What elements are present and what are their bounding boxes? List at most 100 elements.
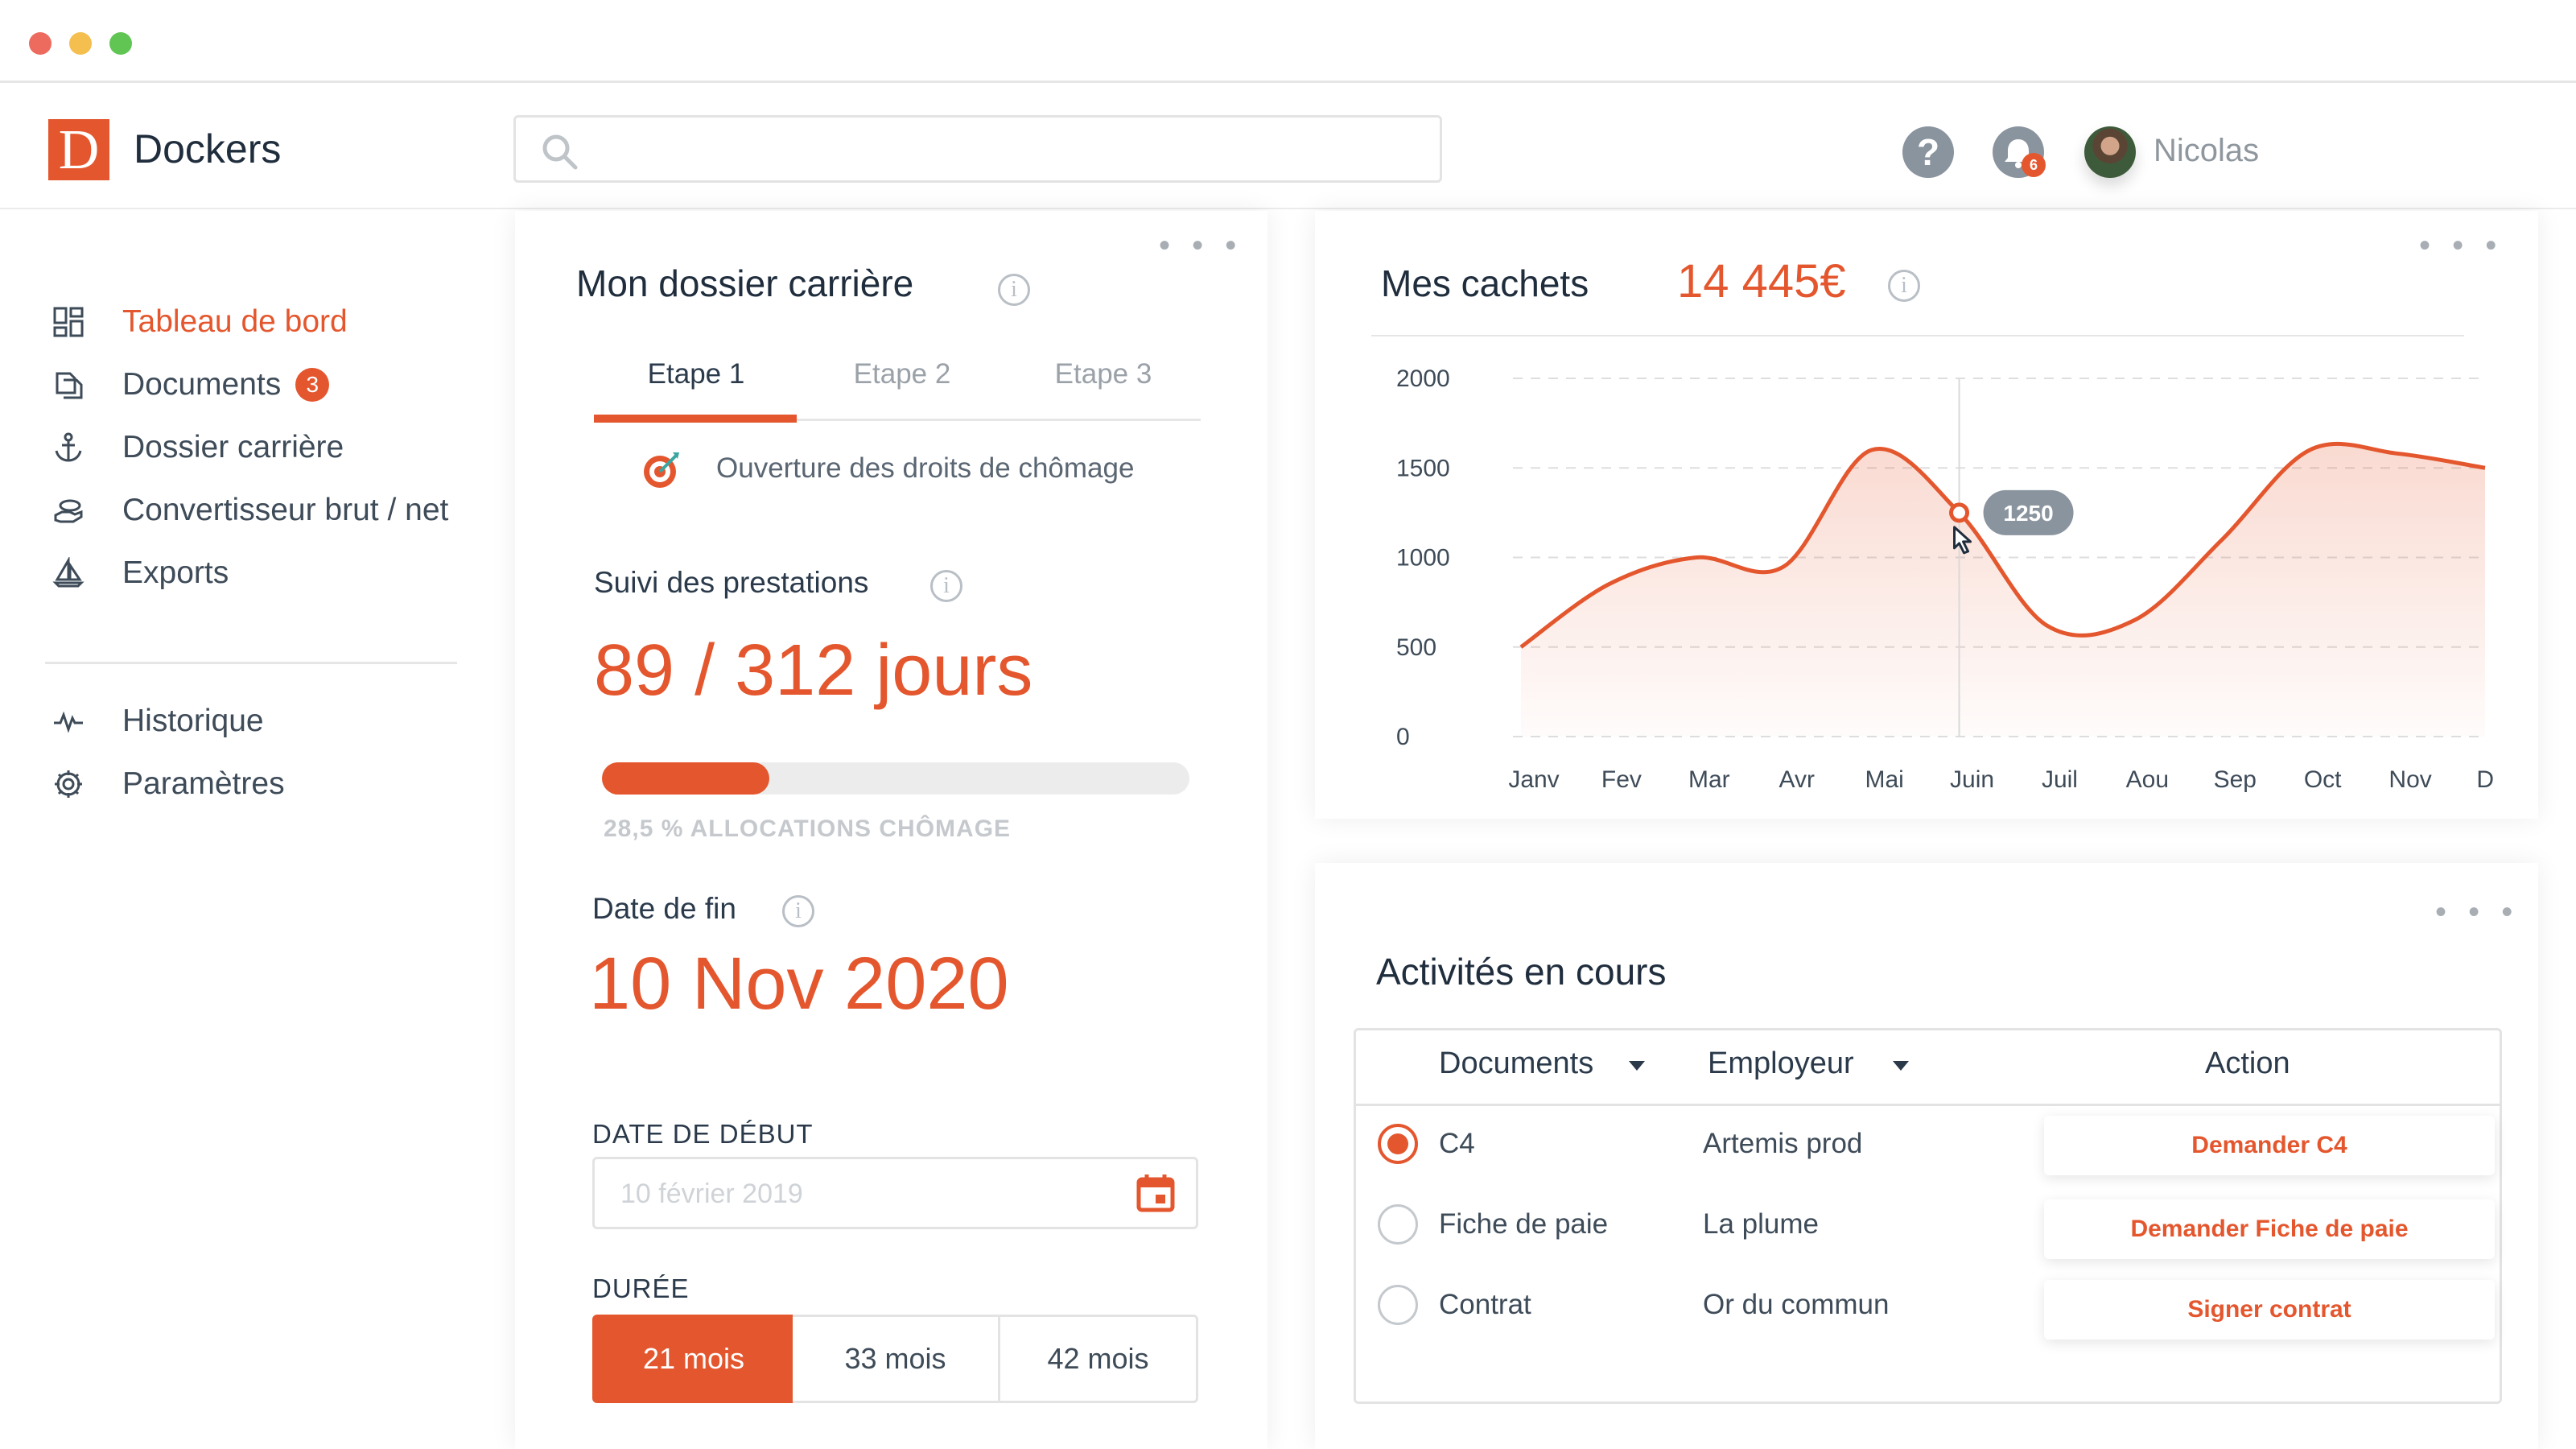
chart-area-fill (1521, 444, 2485, 737)
end-date-title: Date de fin (592, 892, 736, 925)
sidebar-item-documents[interactable]: Documents 3 (48, 361, 330, 409)
chart-y-tick-label: 500 (1396, 634, 1436, 661)
sidebar-item-convertisseur[interactable]: Convertisseur brut / net (48, 486, 448, 535)
chart-y-tick-label: 2000 (1396, 365, 1450, 392)
target-icon (644, 452, 679, 488)
start-date-value: 10 février 2019 (620, 1179, 803, 1209)
user-name[interactable]: Nicolas (2154, 133, 2259, 169)
sidebar-item-tableau-de-bord[interactable]: Tableau de bord (48, 298, 348, 346)
maximize-window-button[interactable] (109, 32, 132, 55)
app-logo[interactable]: D (48, 119, 109, 181)
anchor-icon (48, 427, 89, 468)
sort-down-icon[interactable] (1891, 1059, 1910, 1072)
chart-x-tick-label: Juin (1950, 766, 1994, 793)
duration-label: DURÉE (592, 1274, 690, 1303)
table-header-divider (1356, 1104, 2500, 1106)
tab-etape-1[interactable]: Etape 1 (596, 358, 797, 390)
start-date-label: DATE DE DÉBUT (592, 1119, 814, 1149)
chart-x-tick-label: Dec (2476, 766, 2495, 793)
help-icon[interactable]: ? (1902, 126, 1954, 178)
request-payslip-button[interactable]: Demander Fiche de paie (2044, 1199, 2495, 1259)
row-employer: Or du commun (1703, 1289, 1890, 1320)
tracking-info-icon[interactable]: i (930, 570, 962, 602)
row-document: Fiche de paie (1439, 1208, 1609, 1240)
row-select-radio[interactable] (1378, 1285, 1418, 1325)
end-date-value: 10 Nov 2020 (589, 943, 1009, 1025)
step-description: Ouverture des droits de chômage (716, 452, 1135, 484)
row-employer: La plume (1703, 1208, 1819, 1240)
sidebar-item-label: Tableau de bord (122, 304, 348, 339)
duration-option-42[interactable]: 42 mois (998, 1315, 1198, 1403)
chart-x-tick-label: Fev (1601, 766, 1642, 793)
cachets-info-icon[interactable]: i (1888, 270, 1920, 302)
column-header-action: Action (2205, 1046, 2290, 1080)
row-select-radio[interactable] (1378, 1204, 1418, 1245)
chart-y-tick-label: 1000 (1396, 545, 1450, 572)
duration-option-21[interactable]: 21 mois (592, 1315, 795, 1403)
career-more-menu[interactable]: • • • (1159, 229, 1243, 262)
tracking-title: Suivi des prestations (594, 566, 869, 599)
sidebar-item-label: Convertisseur brut / net (122, 493, 449, 527)
sidebar-item-exports[interactable]: Exports (48, 549, 229, 597)
sign-contract-button[interactable]: Signer contrat (2044, 1280, 2495, 1340)
search-input[interactable] (513, 115, 1442, 183)
activities-title: Activités en cours (1376, 951, 1667, 993)
row-employer: Artemis prod (1703, 1128, 1863, 1159)
chart-x-tick-label: Oct (2304, 766, 2342, 793)
chart-y-tick-label: 0 (1396, 724, 1410, 750)
chart-x-tick-label: Aou (2126, 766, 2169, 793)
sidebar-item-label: Dossier carrière (122, 430, 344, 464)
chart-x-tick-label: Avr (1778, 766, 1814, 793)
row-document: Contrat (1439, 1289, 1531, 1320)
chart-x-tick-label: Mai (1865, 766, 1903, 793)
minimize-window-button[interactable] (69, 32, 92, 55)
calendar-icon[interactable] (1135, 1172, 1177, 1214)
sidebar-item-label: Documents (122, 367, 282, 402)
sidebar-item-label: Paramètres (122, 766, 285, 801)
documents-count-badge: 3 (295, 368, 330, 402)
column-header-documents[interactable]: Documents (1439, 1046, 1593, 1081)
brand-name: Dockers (134, 126, 282, 171)
sidebar-item-dossier-carriere[interactable]: Dossier carrière (48, 423, 344, 472)
tab-etape-2[interactable]: Etape 2 (802, 358, 1003, 390)
activities-more-menu[interactable]: • • • (2435, 896, 2519, 928)
sidebar-divider (45, 662, 457, 664)
close-window-button[interactable] (29, 32, 52, 55)
start-date-field[interactable]: 10 février 2019 (592, 1157, 1198, 1229)
search-icon (542, 134, 578, 170)
notifications-badge: 6 (2022, 153, 2046, 177)
sidebar-item-label: Historique (122, 704, 264, 738)
end-date-info-icon[interactable]: i (782, 895, 814, 927)
active-tab-indicator (594, 415, 797, 423)
allowance-progress-label: 28,5 % ALLOCATIONS CHÔMAGE (604, 815, 1012, 842)
cachets-more-menu[interactable]: • • • (2419, 229, 2503, 262)
dashboard-grid-icon (48, 302, 89, 342)
tab-etape-3[interactable]: Etape 3 (1003, 358, 1204, 390)
sort-down-icon[interactable] (1627, 1059, 1647, 1072)
chart-x-tick-label: Mar (1688, 766, 1730, 793)
chart-x-tick-label: Nov (2388, 766, 2431, 793)
sidebar-item-historique[interactable]: Historique (48, 697, 264, 745)
duration-option-33[interactable]: 33 mois (793, 1315, 1000, 1403)
chart-x-tick-label: Janv (1508, 766, 1559, 793)
sidebar-item-label: Exports (122, 555, 229, 590)
column-header-employeur[interactable]: Employeur (1708, 1046, 1854, 1081)
allowance-progress-fill (602, 762, 769, 795)
row-select-radio[interactable] (1378, 1124, 1418, 1164)
cachets-title: Mes cachets (1381, 262, 1589, 304)
documents-icon (48, 365, 89, 405)
request-c4-button[interactable]: Demander C4 (2044, 1116, 2495, 1175)
cachets-divider (1371, 335, 2464, 336)
sailboat-icon (48, 553, 89, 593)
sidebar-item-parametres[interactable]: Paramètres (48, 760, 285, 808)
cachets-total: 14 445€ (1677, 255, 1846, 308)
chart-highlight-point[interactable] (1949, 502, 1970, 523)
chart-tooltip-value: 1250 (2003, 501, 2053, 526)
career-info-icon[interactable]: i (998, 274, 1030, 306)
window-titlebar (0, 0, 2576, 83)
row-document: C4 (1439, 1128, 1475, 1159)
avatar[interactable] (2084, 126, 2136, 178)
chart-x-tick-label: Juil (2042, 766, 2078, 793)
career-title: Mon dossier carrière (576, 262, 914, 304)
activity-pulse-icon (48, 701, 89, 741)
